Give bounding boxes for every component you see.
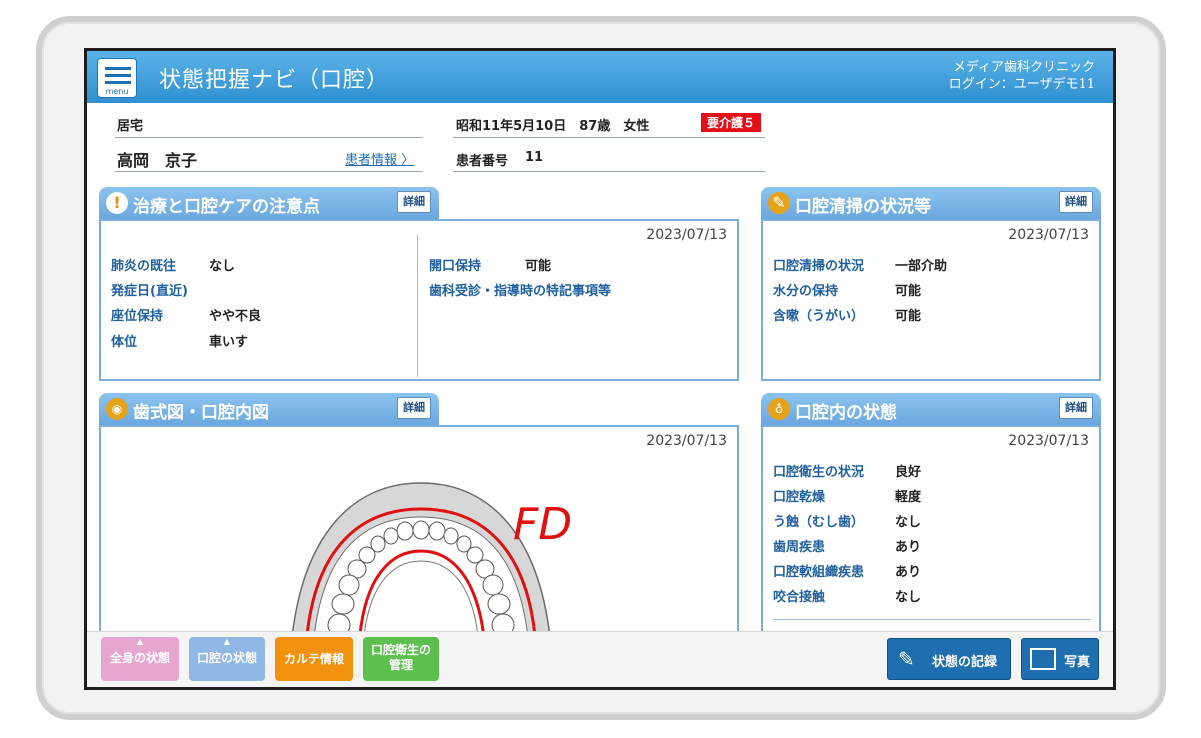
patient-id-value: 11 bbox=[525, 150, 544, 165]
oral-state-key: 口腔乾燥 bbox=[773, 490, 826, 505]
oral-state-key: 歯周疾患 bbox=[773, 540, 826, 555]
tab-label: 管理 bbox=[388, 658, 413, 672]
dental-chart-panel-header: ◉ 歯式図・口腔内図 詳細 bbox=[99, 393, 439, 425]
clinic-info: メディア歯科クリニック ログイン：ユーザデモ11 bbox=[949, 59, 1095, 93]
photo-label: 写真 bbox=[1064, 655, 1091, 670]
up-arrow-icon: ▲ bbox=[223, 637, 231, 646]
caution-value: やや不良 bbox=[209, 309, 262, 324]
oral-state-value: 軽度 bbox=[895, 490, 922, 505]
menu-label: menu bbox=[105, 87, 129, 96]
oral-state-value: 良好 bbox=[895, 465, 922, 480]
tab-chart-info[interactable]: カルテ情報 bbox=[275, 637, 353, 681]
caution-detail-button[interactable]: 詳細 bbox=[397, 191, 431, 213]
birth-age-sex: 昭和11年5月10日 87歳 女性 bbox=[456, 119, 650, 134]
oral-state-panel-header: ♁ 口腔内の状態 詳細 bbox=[761, 393, 1101, 425]
oral-state-key: う蝕（むし歯） bbox=[773, 515, 865, 530]
caution-value: 可能 bbox=[525, 259, 552, 274]
app-title: 状態把握ナビ（口腔） bbox=[159, 68, 390, 93]
cleaning-key: 含嗽（うがい） bbox=[773, 309, 865, 324]
bottom-nav-bar: ▲ 全身の状態 ▲ 口腔の状態 カルテ情報 口腔衛生の 管理 ✎ 状態の記録 写… bbox=[87, 631, 1113, 687]
pencil-icon: ✎ bbox=[898, 647, 915, 671]
patient-info-link[interactable]: 患者情報 〉 bbox=[345, 149, 414, 168]
tab-label: カルテ情報 bbox=[283, 652, 344, 666]
caution-value: 車いす bbox=[209, 335, 249, 350]
caution-key: 体位 bbox=[111, 335, 138, 350]
tab-label: 全身の状態 bbox=[109, 651, 170, 665]
divider bbox=[115, 171, 423, 172]
patient-id-label: 患者番号 bbox=[456, 154, 509, 169]
menu-icon bbox=[105, 67, 131, 70]
divider bbox=[115, 137, 423, 138]
caution-panel-title: 治療と口腔ケアの注意点 bbox=[133, 197, 320, 217]
oral-state-value: あり bbox=[895, 540, 922, 555]
cleaning-panel: 2023/07/13 口腔清掃の状況 一部介助 水分の保持 可能 含嗽（うがい）… bbox=[761, 219, 1101, 381]
up-arrow-icon: ▲ bbox=[136, 637, 144, 646]
oral-state-key: 咬合接触 bbox=[773, 590, 826, 605]
cleaning-value: 可能 bbox=[895, 284, 922, 299]
cleaning-key: 水分の保持 bbox=[773, 284, 839, 299]
care-level-badge: 要介護５ bbox=[701, 113, 762, 132]
residence: 居宅 bbox=[117, 119, 144, 134]
divider bbox=[453, 137, 765, 138]
tab-label: 口腔衛生の bbox=[370, 643, 431, 657]
picture-icon bbox=[1030, 648, 1056, 670]
oral-diagram[interactable]: FD bbox=[101, 427, 739, 645]
oral-state-detail-button[interactable]: 詳細 bbox=[1059, 397, 1093, 419]
cleaning-panel-title: 口腔清掃の状況等 bbox=[795, 197, 931, 217]
caution-panel-header: ! 治療と口腔ケアの注意点 詳細 bbox=[99, 187, 439, 219]
caution-date: 2023/07/13 bbox=[646, 227, 727, 243]
oral-state-panel: 2023/07/13 口腔衛生の状況 良好 口腔乾燥 軽度 う蝕（むし歯） なし… bbox=[761, 425, 1101, 645]
cleaning-panel-header: ✎ 口腔清掃の状況等 詳細 bbox=[761, 187, 1101, 219]
brush-icon: ✎ bbox=[768, 192, 790, 214]
caution-key: 発症日(直近) bbox=[111, 284, 188, 299]
clinic-name: メディア歯科クリニック bbox=[952, 60, 1095, 75]
caution-key: 歯科受診・指導時の特記事項等 bbox=[429, 284, 612, 299]
oral-state-value: なし bbox=[895, 590, 922, 605]
header-bar: menu 状態把握ナビ（口腔） メディア歯科クリニック ログイン：ユーザデモ11 bbox=[87, 51, 1113, 103]
record-state-label: 状態の記録 bbox=[932, 655, 998, 670]
photo-button[interactable]: 写真 bbox=[1021, 638, 1099, 680]
cleaning-date: 2023/07/13 bbox=[1008, 227, 1089, 243]
cleaning-key: 口腔清掃の状況 bbox=[773, 259, 865, 274]
tooth-icon: ♁ bbox=[768, 398, 790, 420]
oral-state-value: あり bbox=[895, 565, 922, 580]
exclamation-icon: ! bbox=[106, 192, 128, 214]
dental-chart-panel: 2023/07/13 FD bbox=[99, 425, 739, 645]
teeth-icon: ◉ bbox=[106, 398, 128, 420]
oral-state-value: なし bbox=[895, 515, 922, 530]
caution-value: なし bbox=[209, 259, 236, 274]
caution-key: 肺炎の既往 bbox=[111, 259, 177, 274]
patient-name: 高岡 京子 bbox=[117, 151, 198, 170]
menu-button[interactable]: menu bbox=[97, 58, 137, 98]
divider bbox=[773, 619, 1091, 620]
caution-panel: 2023/07/13 肺炎の既往 なし 発症日(直近) 座位保持 やや不良 体位… bbox=[99, 219, 739, 381]
login-user: ログイン：ユーザデモ11 bbox=[948, 77, 1095, 92]
cleaning-value: 一部介助 bbox=[895, 259, 948, 274]
divider bbox=[417, 235, 418, 377]
record-state-button[interactable]: ✎ 状態の記録 bbox=[887, 638, 1011, 680]
dental-chart-panel-title: 歯式図・口腔内図 bbox=[133, 403, 269, 423]
caution-key: 座位保持 bbox=[111, 309, 164, 324]
oral-state-date: 2023/07/13 bbox=[1008, 433, 1089, 449]
tab-oral-hygiene[interactable]: 口腔衛生の 管理 bbox=[363, 637, 439, 681]
menu-icon-bar bbox=[105, 74, 131, 77]
tab-general-state[interactable]: ▲ 全身の状態 bbox=[101, 637, 179, 681]
oral-state-key: 口腔軟組織疾患 bbox=[773, 565, 865, 580]
divider bbox=[453, 171, 765, 172]
menu-icon-bar bbox=[105, 81, 131, 84]
caution-key: 開口保持 bbox=[429, 259, 482, 274]
oral-state-key: 口腔衛生の状況 bbox=[773, 465, 865, 480]
annotation-fd: FD bbox=[513, 499, 572, 550]
app-screen: menu 状態把握ナビ（口腔） メディア歯科クリニック ログイン：ユーザデモ11… bbox=[84, 48, 1116, 690]
dental-chart-detail-button[interactable]: 詳細 bbox=[397, 397, 431, 419]
tab-label: 口腔の状態 bbox=[196, 651, 257, 665]
oral-state-panel-title: 口腔内の状態 bbox=[795, 403, 897, 423]
tab-oral-state[interactable]: ▲ 口腔の状態 bbox=[189, 637, 265, 681]
cleaning-detail-button[interactable]: 詳細 bbox=[1059, 191, 1093, 213]
cleaning-value: 可能 bbox=[895, 309, 922, 324]
